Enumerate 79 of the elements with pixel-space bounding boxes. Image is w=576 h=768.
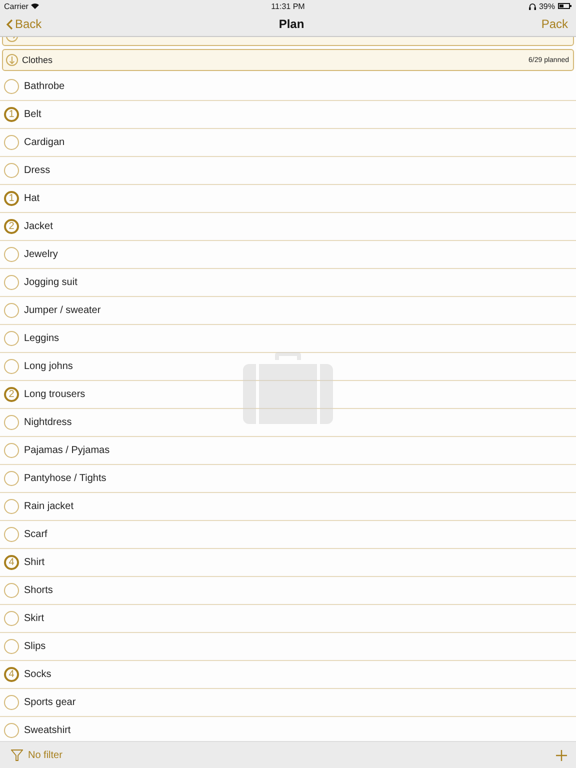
quantity-counter[interactable] (4, 303, 19, 318)
item-name: Dress (24, 165, 50, 176)
item-name: Shorts (24, 585, 53, 596)
wifi-icon (31, 3, 40, 9)
item-name: Scarf (24, 529, 48, 540)
quantity-counter[interactable] (4, 639, 19, 654)
item-name: Leggins (24, 333, 60, 344)
item-name: Socks (24, 669, 52, 680)
battery-icon (558, 3, 572, 9)
item-name: Shirt (24, 557, 45, 568)
item-row[interactable]: Jewelry (0, 241, 576, 269)
item-row[interactable]: Pajamas / Pyjamas (0, 437, 576, 465)
item-name: Sweatshirt (24, 725, 71, 736)
quantity-counter[interactable] (4, 443, 19, 458)
arrow-down-icon (6, 54, 18, 66)
screen-title: Plan (278, 17, 304, 31)
item-name: Long trousers (24, 389, 86, 400)
battery-percent: 39% (538, 2, 555, 10)
funnel-icon (11, 749, 23, 761)
item-row[interactable]: Bathrobe (0, 73, 576, 101)
item-name: Rain jacket (24, 501, 74, 512)
quantity-counter[interactable] (4, 135, 19, 150)
item-row[interactable]: 1 Belt (0, 101, 576, 129)
item-name: Nightdress (24, 417, 72, 428)
item-row[interactable]: 4 Shirt (0, 549, 576, 577)
item-row[interactable]: Shorts (0, 577, 576, 605)
item-name: Slips (24, 641, 46, 652)
item-row[interactable]: 4 Socks (0, 661, 576, 689)
item-name: Jogging suit (24, 277, 78, 288)
headphones-icon (528, 2, 536, 10)
suitcase-icon (243, 352, 333, 424)
item-row[interactable]: 2 Jacket (0, 213, 576, 241)
clock: 11:31 PM (271, 2, 305, 10)
item-row[interactable]: 1 Hat (0, 185, 576, 213)
quantity-counter[interactable] (4, 499, 19, 514)
item-row[interactable]: Scarf (0, 521, 576, 549)
quantity-counter[interactable] (4, 611, 19, 626)
item-name: Hat (24, 193, 40, 204)
quantity-counter[interactable] (4, 79, 19, 94)
carrier-label: Carrier (4, 2, 28, 10)
quantity-counter[interactable] (4, 527, 19, 542)
section-title: Clothes (22, 55, 54, 65)
quantity-counter[interactable] (4, 415, 19, 430)
quantity-counter[interactable] (4, 471, 19, 486)
item-row[interactable]: Skirt (0, 605, 576, 633)
plus-icon (556, 750, 567, 760)
item-name: Long johns (24, 361, 73, 372)
item-name: Belt (24, 109, 42, 120)
quantity-counter[interactable] (4, 331, 19, 346)
item-row[interactable]: Long johns (0, 353, 576, 381)
quantity-counter[interactable] (4, 247, 19, 262)
item-name: Jumper / sweater (24, 305, 101, 316)
item-name: Jacket (24, 221, 53, 232)
quantity-counter[interactable] (4, 163, 19, 178)
quantity-counter[interactable] (4, 695, 19, 710)
add-button[interactable] (556, 750, 567, 760)
item-name: Bathrobe (24, 81, 65, 92)
item-row[interactable]: Pantyhose / Tights (0, 465, 576, 493)
item-name: Skirt (24, 613, 44, 624)
item-name: Pajamas / Pyjamas (24, 445, 110, 456)
item-row[interactable]: Leggins (0, 325, 576, 353)
item-row[interactable]: 2 Long trousers (0, 381, 576, 409)
item-row[interactable]: Jumper / sweater (0, 297, 576, 325)
item-name: Cardigan (24, 137, 65, 148)
item-row[interactable]: Jogging suit (0, 269, 576, 297)
item-row[interactable]: Dress (0, 157, 576, 185)
chevron-left-icon (6, 18, 13, 30)
item-name: Sports gear (24, 697, 76, 708)
quantity-counter[interactable] (4, 583, 19, 598)
quantity-counter[interactable] (4, 275, 19, 290)
item-name: Pantyhose / Tights (24, 473, 106, 484)
quantity-counter[interactable] (4, 723, 19, 738)
quantity-counter[interactable] (4, 359, 19, 374)
item-row[interactable]: Rain jacket (0, 493, 576, 521)
item-name: Jewelry (24, 249, 58, 260)
item-row[interactable]: Nightdress (0, 409, 576, 437)
item-row[interactable]: Sports gear (0, 689, 576, 717)
item-row[interactable]: Cardigan (0, 129, 576, 157)
item-row[interactable]: Slips (0, 633, 576, 661)
